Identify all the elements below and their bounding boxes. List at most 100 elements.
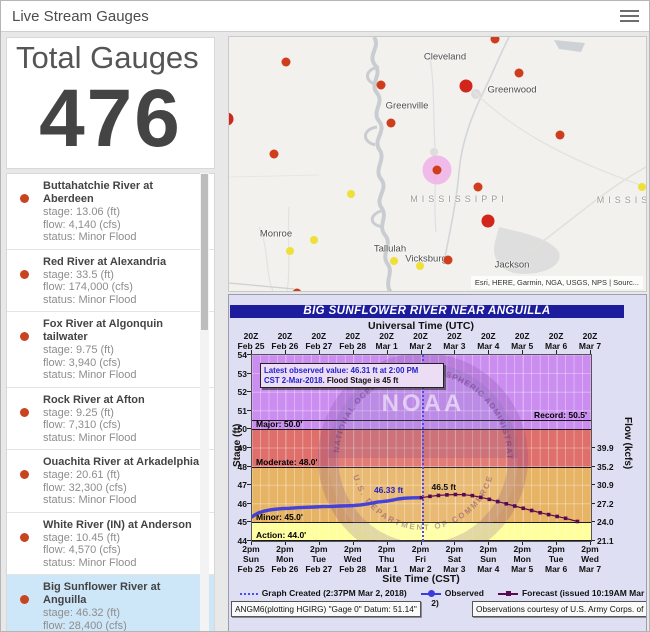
stage-tick-label: 51 xyxy=(229,406,247,416)
site-date-label: Feb 26 xyxy=(271,564,298,574)
gauge-map-marker[interactable] xyxy=(433,166,442,175)
gauge-flow: flow: 4,140 (cfs) xyxy=(43,219,200,232)
app-title: Live Stream Gauges xyxy=(12,8,149,25)
site-day-label: Wed xyxy=(581,554,599,564)
flow-tick-label: 39.9 xyxy=(597,443,614,453)
site-date-label: Mar 6 xyxy=(545,564,567,574)
gauge-stage: stage: 46.32 (ft) xyxy=(43,607,200,620)
gauge-map-marker[interactable] xyxy=(310,236,318,244)
utc-tick-label: 20Z xyxy=(379,331,394,341)
gauge-name: Fox River at Algonquin tailwater xyxy=(43,318,200,344)
gauge-map-marker[interactable] xyxy=(293,289,302,293)
map-city-label: Monroe xyxy=(260,229,292,240)
stage-tick-label: 45 xyxy=(229,517,247,527)
utc-tick-label: 20Z xyxy=(515,331,530,341)
map-city-label: Cleveland xyxy=(424,52,466,63)
site-date-label: Feb 28 xyxy=(339,564,366,574)
hydrograph-panel: BIG SUNFLOWER RIVER NEAR ANGUILLA Univer… xyxy=(228,294,647,632)
gauge-flow: flow: 4,570 (cfs) xyxy=(43,544,200,557)
app-header: Live Stream Gauges xyxy=(1,1,650,32)
left-axis-caption: Stage (ft) xyxy=(232,424,243,467)
site-tick-label: 2pm xyxy=(480,544,497,554)
gauge-list-scrollbar[interactable] xyxy=(200,173,209,632)
gauge-stage: stage: 20.61 (ft) xyxy=(43,469,200,482)
hamburger-menu-icon[interactable] xyxy=(620,10,639,23)
total-gauges-count: 476 xyxy=(7,72,214,166)
site-tick-label: 2pm xyxy=(412,544,429,554)
gauge-map-marker[interactable] xyxy=(416,262,424,270)
gauge-list-item[interactable]: Red River at Alexandriastage: 33.5 (ft)f… xyxy=(7,250,214,313)
gauge-stage: stage: 13.06 (ft) xyxy=(43,206,200,219)
site-day-label: Fri xyxy=(415,554,426,564)
site-tick-label: 2pm xyxy=(344,544,361,554)
site-date-label: Feb 27 xyxy=(305,564,332,574)
map-panel[interactable]: ClevelandGreenvilleGreenwoodMonroeTallul… xyxy=(228,36,647,292)
legend-dot xyxy=(428,590,435,597)
gauge-status: status: Minor Flood xyxy=(43,369,200,382)
gauge-map-marker[interactable] xyxy=(556,131,565,140)
gauge-status-dot xyxy=(20,332,29,341)
utc-tick-label: 20Z xyxy=(278,331,293,341)
gauge-map-marker[interactable] xyxy=(482,215,495,228)
gauge-name: Rock River at Afton xyxy=(43,394,200,407)
gauge-flow: flow: 28,400 (cfs) xyxy=(43,620,200,632)
flow-tick-label: 30.9 xyxy=(597,480,614,490)
stage-tick-label: 46 xyxy=(229,499,247,509)
stage-tick-label: 52 xyxy=(229,387,247,397)
utc-tick-label: 20Z xyxy=(244,331,259,341)
utc-tick-label: 20Z xyxy=(583,331,598,341)
hydrograph-plot: Record: 50.5'Major: 50.0'Moderate: 48.0'… xyxy=(251,354,592,542)
gauge-flow: flow: 7,310 (cfs) xyxy=(43,419,200,432)
map-city-label: Greenwood xyxy=(487,85,536,96)
gauge-map-marker[interactable] xyxy=(515,69,524,78)
gauge-list-item[interactable]: White River (IN) at Andersonstage: 10.45… xyxy=(7,513,214,576)
forecast-peak-label: 46.5 ft xyxy=(432,482,457,492)
legend-square xyxy=(506,591,511,596)
gauge-map-marker[interactable] xyxy=(390,257,398,265)
total-gauges-title: Total Gauges xyxy=(16,40,199,76)
site-date-label: Mar 4 xyxy=(477,564,499,574)
line-square xyxy=(498,593,518,595)
gauge-name: White River (IN) at Anderson xyxy=(43,519,200,532)
legend-label: Graph Created (2:37PM Mar 2, 2018) xyxy=(262,588,407,598)
gauge-list-item[interactable]: Rock River at Aftonstage: 9.25 (ft)flow:… xyxy=(7,388,214,451)
legend-label: Observed xyxy=(445,588,484,598)
gauge-map-marker[interactable] xyxy=(377,81,386,90)
gauge-name: Ouachita River at Arkadelphia xyxy=(43,456,200,469)
stage-tick-label: 54 xyxy=(229,350,247,360)
gauge-map-marker[interactable] xyxy=(444,256,453,265)
gauge-list-item[interactable]: Fox River at Algonquin tailwaterstage: 9… xyxy=(7,312,214,388)
gauge-flow: flow: 3,940 (cfs) xyxy=(43,357,200,370)
utc-tick-label: 20Z xyxy=(311,331,326,341)
gauge-datum-box: ANGM6(plotting HGIRG) "Gage 0" Datum: 51… xyxy=(231,601,421,617)
gauge-list-item[interactable]: Big Sunflower River at Anguillastage: 46… xyxy=(7,575,214,632)
gauge-map-marker[interactable] xyxy=(474,183,483,192)
right-axis-caption: Flow (kcfs) xyxy=(622,417,633,469)
gauge-list-item[interactable]: Buttahatchie River at Aberdeenstage: 13.… xyxy=(7,174,214,250)
stage-tick-label: 44 xyxy=(229,536,247,546)
gauge-status-dot xyxy=(20,194,29,203)
site-day-label: Tue xyxy=(549,554,563,564)
gauge-map-marker[interactable] xyxy=(638,183,646,191)
stage-tick-label: 47 xyxy=(229,480,247,490)
gauge-map-marker[interactable] xyxy=(460,80,473,93)
gauge-map-marker[interactable] xyxy=(286,247,294,255)
gauge-list-item[interactable]: Ouachita River at Arkadelphiastage: 20.6… xyxy=(7,450,214,513)
site-tick-label: 2pm xyxy=(513,544,530,554)
bottom-axis-caption: Site Time (CST) xyxy=(382,573,459,585)
gauge-stage: stage: 33.5 (ft) xyxy=(43,269,200,282)
gauge-status-dot xyxy=(20,270,29,279)
gauge-status-dot xyxy=(20,408,29,417)
annotation-line2-blue: CST 2-Mar-2018. xyxy=(264,376,325,385)
gauge-map-marker[interactable] xyxy=(270,150,279,159)
utc-tick-label: 20Z xyxy=(481,331,496,341)
line-dot xyxy=(421,593,441,595)
map-state-label: MISSISSIPPI xyxy=(410,194,508,204)
gauge-map-marker[interactable] xyxy=(347,190,355,198)
scrollbar-thumb[interactable] xyxy=(201,174,208,330)
flow-tick-label: 24.0 xyxy=(597,517,614,527)
gauge-map-marker[interactable] xyxy=(282,58,291,67)
flow-tick-label: 35.2 xyxy=(597,462,614,472)
gauge-map-marker[interactable] xyxy=(387,119,396,128)
site-day-label: Sun xyxy=(243,554,259,564)
